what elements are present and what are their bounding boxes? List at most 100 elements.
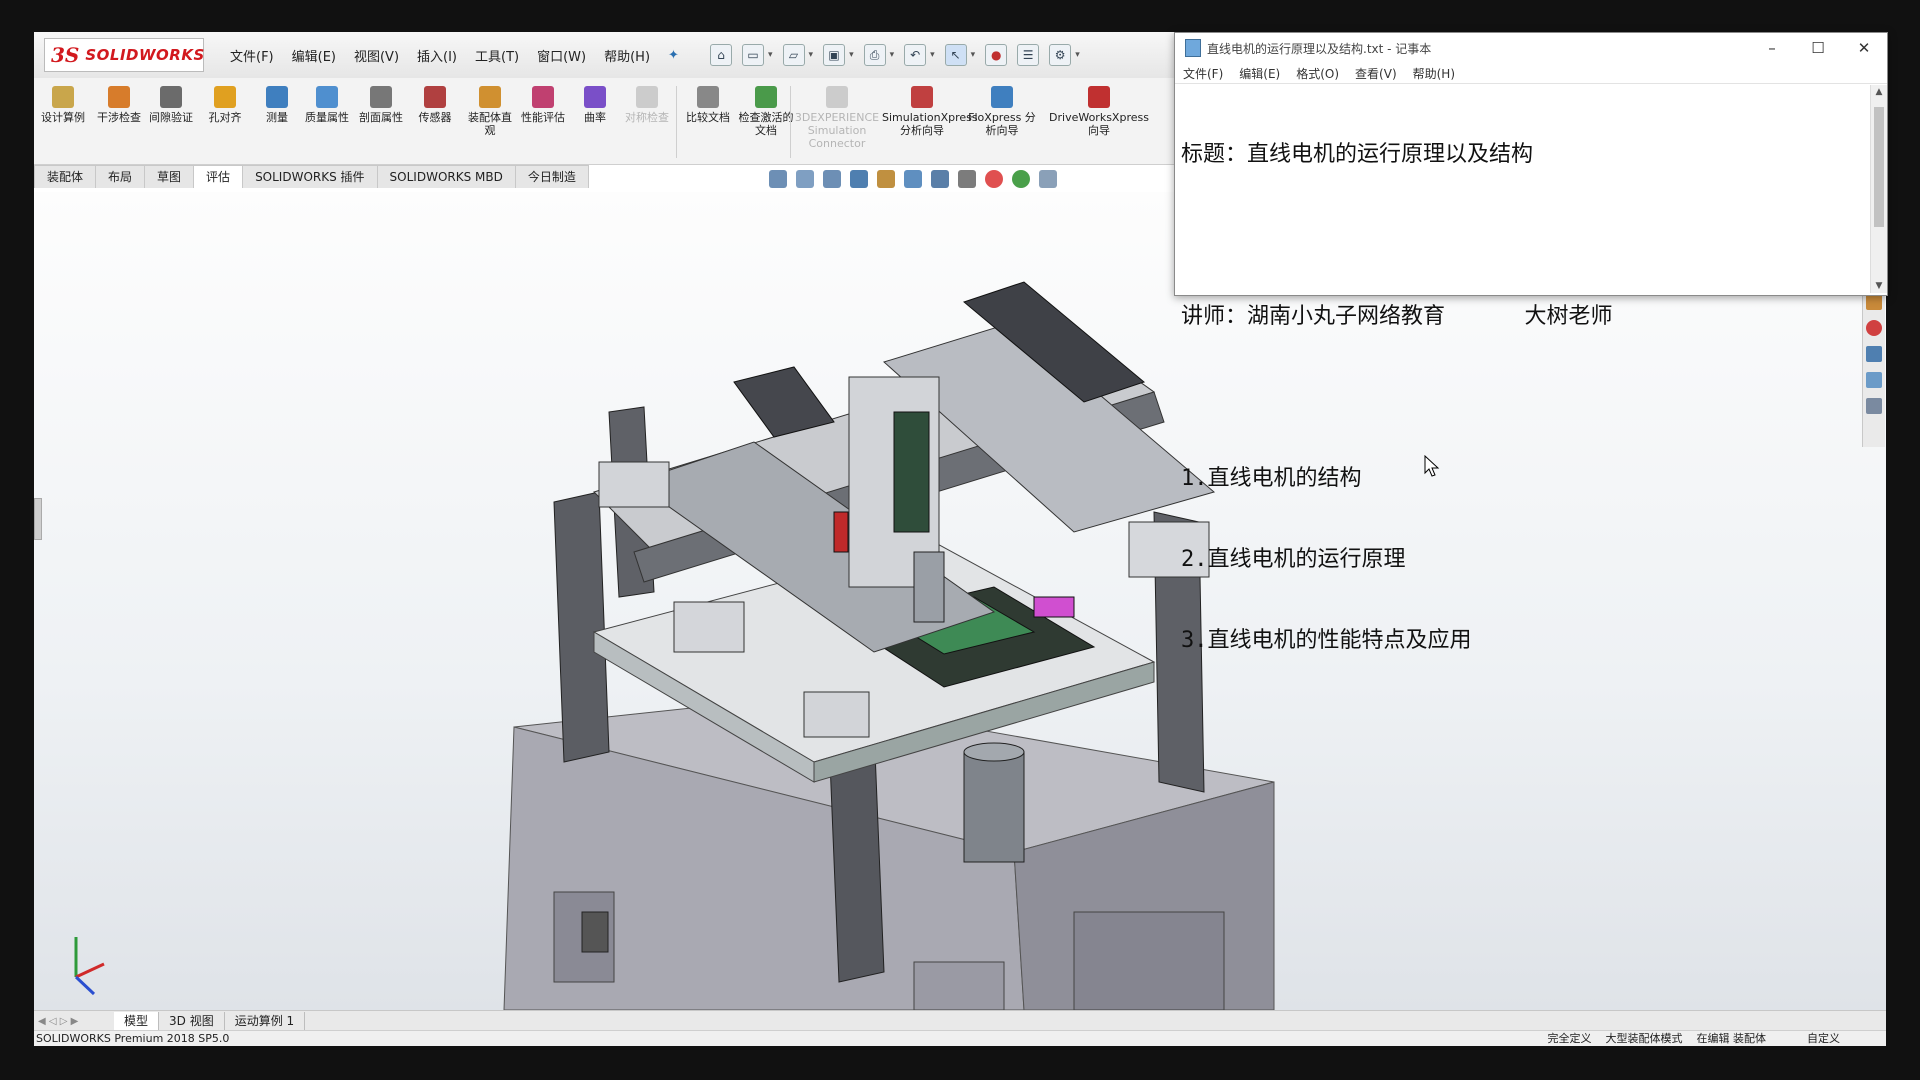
cmd-button-sensor[interactable]: 传感器	[410, 84, 460, 160]
custom-properties-icon[interactable]	[1866, 372, 1882, 388]
chevron-down-icon[interactable]: ▾	[930, 50, 935, 60]
chevron-down-icon[interactable]: ▾	[849, 50, 854, 60]
tab-layout[interactable]: 布局	[95, 165, 146, 188]
solidworks-logo[interactable]: 3S SOLIDWORKS	[44, 38, 204, 72]
cmd-button-interference[interactable]: 干涉检查	[94, 84, 144, 160]
resources-icon[interactable]	[1866, 294, 1882, 310]
file-properties-icon[interactable]: ☰	[1017, 44, 1040, 66]
select-arrow-icon[interactable]: ↖	[944, 44, 967, 66]
product-version: SOLIDWORKS Premium 2018 SP5.0	[36, 1032, 230, 1045]
appearances-icon[interactable]	[1866, 320, 1882, 336]
menu-insert[interactable]: 插入(I)	[417, 46, 457, 65]
tab-solidworks-addins[interactable]: SOLIDWORKS 插件	[242, 165, 378, 188]
cmd-button-measure[interactable]: 测量	[252, 84, 302, 160]
cmd-button-mass[interactable]: 质量属性	[302, 84, 352, 160]
units-selector[interactable]: 自定义	[1807, 1031, 1840, 1046]
symmetry-icon	[636, 86, 658, 108]
np-menu-file[interactable]: 文件(F)	[1183, 65, 1223, 82]
cmd-button-compare[interactable]: 比较文档	[682, 84, 734, 160]
scenes-icon[interactable]	[1012, 170, 1030, 188]
print-icon[interactable]: ⎙	[863, 44, 886, 66]
cmd-button-simxpress[interactable]: SimulationXpress 分析向导	[882, 84, 978, 160]
tab-motion-study[interactable]: 运动算例 1	[225, 1012, 306, 1030]
text-line-title: 标题：直线电机的运行原理以及结构	[1181, 142, 1534, 167]
cmd-button-driveworks[interactable]: DriveWorksXpress 向导	[1044, 84, 1154, 160]
mass-icon	[316, 86, 338, 108]
menu-tools[interactable]: 工具(T)	[475, 46, 519, 65]
np-menu-help[interactable]: 帮助(H)	[1413, 65, 1455, 82]
chevron-down-icon[interactable]: ▾	[1075, 50, 1080, 60]
zoom-area-icon[interactable]	[796, 170, 814, 188]
tab-sketch[interactable]: 草图	[144, 165, 195, 188]
previous-view-icon[interactable]	[823, 170, 841, 188]
menu-help[interactable]: 帮助(H)	[604, 46, 650, 65]
np-menu-view[interactable]: 查看(V)	[1355, 65, 1397, 82]
chevron-down-icon[interactable]: ▾	[971, 50, 976, 60]
display-style-icon[interactable]	[931, 170, 949, 188]
chevron-down-icon[interactable]: ▾	[890, 50, 895, 60]
options-gear-icon[interactable]: ⚙	[1049, 44, 1072, 66]
chevron-down-icon[interactable]: ▾	[768, 50, 773, 60]
maximize-icon[interactable]: ☐	[1795, 33, 1841, 63]
scroll-thumb[interactable]	[1874, 107, 1884, 227]
text-line-item-1: 1.直线电机的结构	[1181, 466, 1362, 491]
menu-file[interactable]: 文件(F)	[230, 46, 274, 65]
cmd-button-label: 设计算例	[41, 111, 85, 124]
tab-solidworks-mbd[interactable]: SOLIDWORKS MBD	[376, 165, 516, 188]
status-fully-defined: 完全定义	[1547, 1032, 1592, 1045]
view-settings-icon[interactable]	[1039, 170, 1057, 188]
text-line-item-2: 2.直线电机的运行原理	[1181, 547, 1406, 572]
np-menu-format[interactable]: 格式(O)	[1296, 65, 1339, 82]
tab-assembly[interactable]: 装配体	[34, 165, 97, 188]
scroll-down-icon[interactable]: ▼	[1871, 281, 1887, 291]
tab-today-manufacturing[interactable]: 今日制造	[514, 165, 589, 188]
home-icon[interactable]: ⌂	[710, 44, 732, 66]
feature-tree-handle[interactable]	[34, 498, 42, 540]
zoom-to-fit-icon[interactable]	[769, 170, 787, 188]
edit-appearance-icon[interactable]	[985, 170, 1003, 188]
cmd-button-assembly-visual[interactable]: 装配体直观	[464, 84, 516, 160]
notepad-scrollbar[interactable]: ▲ ▼	[1870, 85, 1887, 293]
np-menu-edit[interactable]: 编辑(E)	[1239, 65, 1280, 82]
chevron-down-icon[interactable]: ▾	[809, 50, 814, 60]
traffic-light-icon[interactable]: ●	[985, 44, 1008, 66]
cmd-button-design-study[interactable]: 设计算例	[38, 84, 88, 160]
cmd-button-check-doc[interactable]: 检查激活的文档	[736, 84, 796, 160]
scroll-up-icon[interactable]: ▲	[1871, 87, 1887, 97]
tab-3d-views[interactable]: 3D 视图	[159, 1012, 225, 1030]
main-menu: 文件(F) 编辑(E) 视图(V) 插入(I) 工具(T) 窗口(W) 帮助(H…	[230, 32, 679, 78]
design-library-icon[interactable]	[1866, 346, 1882, 362]
menu-view[interactable]: 视图(V)	[354, 46, 399, 65]
close-icon[interactable]: ✕	[1841, 33, 1887, 63]
notepad-window: 直线电机的运行原理以及结构.txt - 记事本 – ☐ ✕ 文件(F) 编辑(E…	[1174, 32, 1888, 653]
section-view-icon[interactable]	[850, 170, 868, 188]
menu-window[interactable]: 窗口(W)	[537, 46, 586, 65]
dynamic-annotation-icon[interactable]	[877, 170, 895, 188]
compare-icon	[697, 86, 719, 108]
cmd-button-performance[interactable]: 性能评估	[518, 84, 568, 160]
new-document-icon[interactable]: ▭	[742, 44, 764, 66]
cmd-button-hole-align[interactable]: 孔对齐	[200, 84, 250, 160]
cmd-button-clearance[interactable]: 间隙验证	[146, 84, 196, 160]
open-folder-icon[interactable]: ▱	[782, 44, 805, 66]
tab-nav-arrows[interactable]: ◀ ◁ ▷ ▶	[34, 1016, 114, 1027]
undo-icon[interactable]: ↶	[904, 44, 927, 66]
view-orientation-icon[interactable]	[904, 170, 922, 188]
cmd-button-3dx[interactable]: 3DEXPERIENCE Simulation Connector	[794, 84, 880, 160]
notepad-title-bar[interactable]: 直线电机的运行原理以及结构.txt - 记事本 – ☐ ✕	[1175, 33, 1887, 63]
menu-edit[interactable]: 编辑(E)	[292, 46, 336, 65]
cmd-button-label: DriveWorksXpress 向导	[1049, 111, 1149, 137]
sensor-icon	[424, 86, 446, 108]
cmd-button-curvature[interactable]: 曲率	[570, 84, 620, 160]
tab-model[interactable]: 模型	[114, 1012, 160, 1030]
cmd-button-floxpress[interactable]: FloXpress 分析向导	[964, 84, 1040, 160]
pin-icon[interactable]: ✦	[668, 48, 679, 63]
cmd-button-symmetry[interactable]: 对称检查	[622, 84, 672, 160]
notepad-text-area[interactable]: 标题：直线电机的运行原理以及结构 讲师：湖南小丸子网络教育 大树老师 1.直线电…	[1177, 85, 1869, 653]
tab-evaluate[interactable]: 评估	[193, 165, 244, 188]
save-icon[interactable]: ▣	[823, 44, 846, 66]
hide-show-icon[interactable]	[958, 170, 976, 188]
cmd-button-section[interactable]: 剖面属性	[356, 84, 406, 160]
forum-icon[interactable]	[1866, 398, 1882, 414]
minimize-icon[interactable]: –	[1749, 33, 1795, 63]
